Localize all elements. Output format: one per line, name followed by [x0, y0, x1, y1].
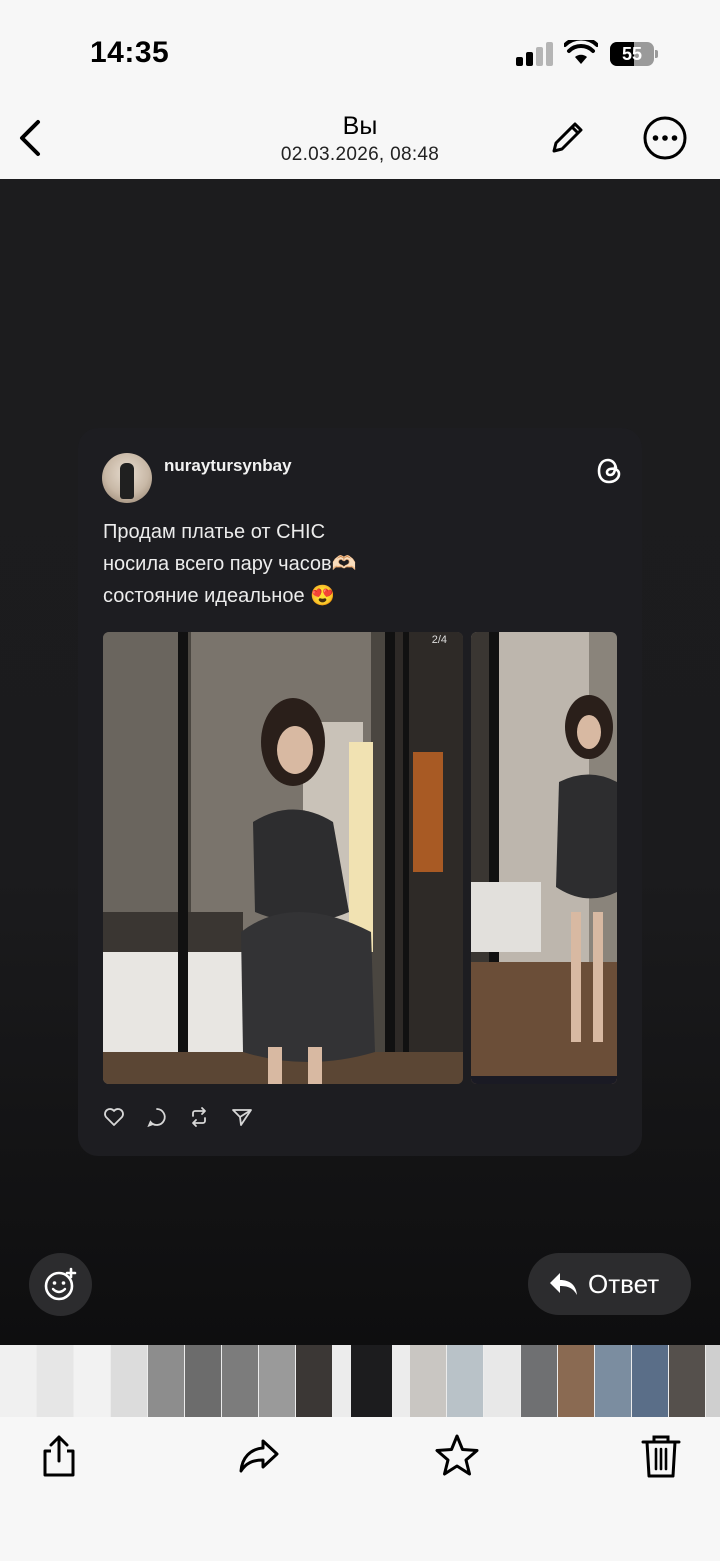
thumbnail[interactable] [447, 1345, 483, 1417]
add-reaction-icon [44, 1267, 77, 1301]
battery-icon: 55 [610, 42, 658, 66]
heart-icon[interactable] [103, 1106, 125, 1128]
thumbnail[interactable] [558, 1345, 594, 1417]
thumbnail[interactable] [521, 1345, 557, 1417]
post-text: Продам платье от CHIC носила всего пару … [103, 516, 357, 612]
thumbnail-active[interactable] [351, 1345, 392, 1417]
forward-icon[interactable] [237, 1433, 281, 1479]
status-time: 14:35 [90, 36, 170, 69]
thumbnail[interactable] [595, 1345, 631, 1417]
ellipsis-circle-icon[interactable] [642, 115, 688, 161]
thumbnail[interactable] [296, 1345, 332, 1417]
post-photo [471, 632, 617, 1084]
wifi-icon [564, 40, 598, 64]
thumbnail[interactable] [259, 1345, 295, 1417]
thumbnail[interactable] [111, 1345, 147, 1417]
add-reaction-button[interactable] [29, 1253, 92, 1316]
reply-label: Ответ [588, 1269, 660, 1299]
comment-icon[interactable] [146, 1106, 168, 1128]
battery-level: 55 [621, 44, 643, 64]
star-icon[interactable] [435, 1433, 479, 1479]
post-photo: 2/4 [103, 632, 463, 1084]
reply-button[interactable]: Ответ [528, 1253, 691, 1315]
cellular-signal-icon [516, 42, 554, 66]
thumbnail[interactable] [74, 1345, 110, 1417]
page-subtitle: 02.03.2026, 08:48 [280, 144, 440, 165]
send-icon[interactable] [231, 1106, 253, 1128]
thumbnail[interactable] [148, 1345, 184, 1417]
thumbnail[interactable] [222, 1345, 258, 1417]
thumbnail[interactable] [37, 1345, 73, 1417]
thumbnail-strip[interactable] [0, 1345, 720, 1417]
post-text-line: состояние идеальное 😍 [103, 585, 336, 607]
thumbnail[interactable] [632, 1345, 668, 1417]
reply-arrow-icon [550, 1273, 577, 1295]
repost-icon[interactable] [188, 1106, 210, 1128]
share-icon[interactable] [37, 1433, 81, 1479]
threads-post-card: nuraytursynbay Продам платье от CHIC нос… [78, 428, 642, 1156]
thumbnail[interactable] [185, 1345, 221, 1417]
trash-icon[interactable] [639, 1433, 683, 1479]
thumbnail[interactable] [484, 1345, 520, 1417]
thumbnail[interactable] [410, 1345, 446, 1417]
threads-logo-icon [597, 458, 621, 484]
photo-pager: 2/4 [431, 634, 447, 646]
thumbnail[interactable] [0, 1345, 36, 1417]
top-bar: 14:35 55 Вы 02.03.2026, 08:48 [0, 0, 720, 179]
thumbnail[interactable] [669, 1345, 705, 1417]
post-username: nuraytursynbay [164, 456, 292, 475]
pencil-icon[interactable] [546, 118, 586, 158]
avatar [102, 453, 152, 503]
post-text-line: Продам платье от CHIC [103, 521, 326, 543]
bottom-toolbar [0, 1417, 720, 1561]
image-viewer[interactable]: nuraytursynbay Продам платье от CHIC нос… [0, 179, 720, 1345]
page-title: Вы [342, 112, 378, 140]
thumbnail[interactable] [706, 1345, 720, 1417]
post-text-line: носила всего пару часов🫶🏻 [103, 553, 357, 575]
